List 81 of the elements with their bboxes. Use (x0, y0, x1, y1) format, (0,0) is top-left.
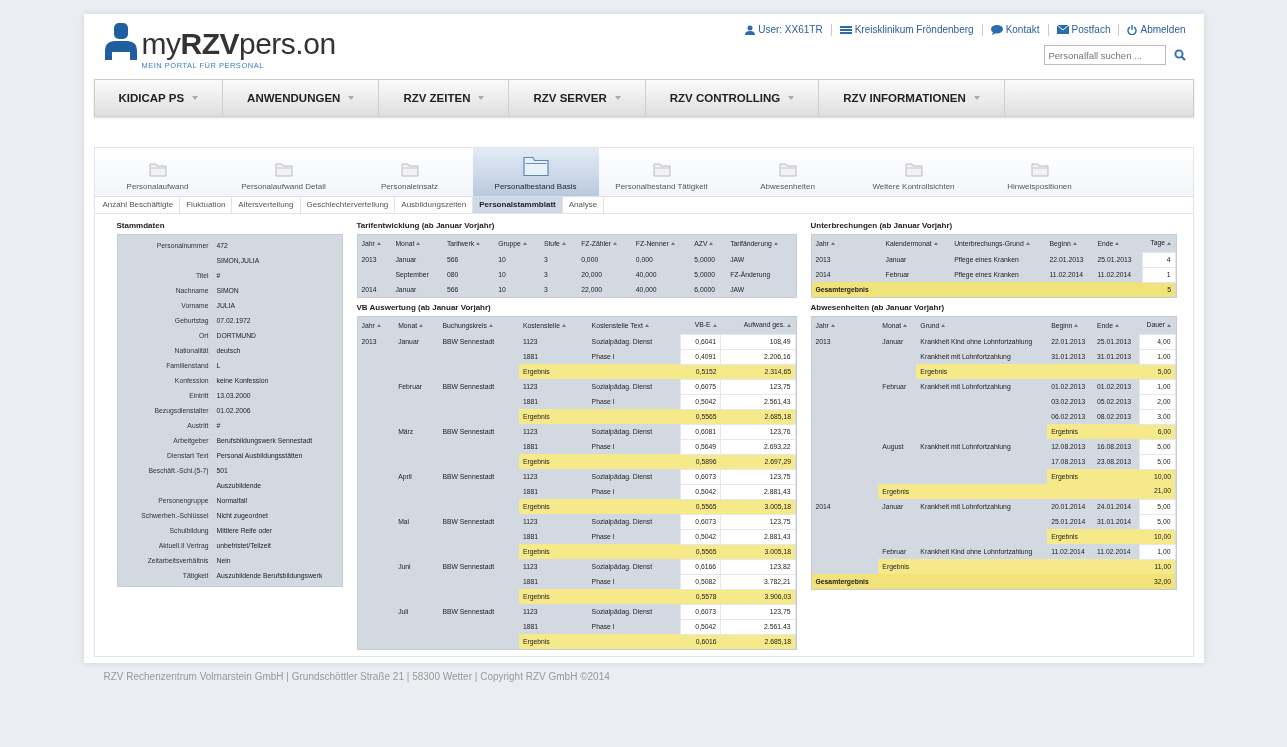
section-title: Unterbrechungen (ab Januar Vorjahr) (810, 220, 954, 233)
folder-icon (1030, 161, 1049, 178)
subtab[interactable]: Fluktuation (180, 197, 233, 214)
sort-icon (670, 242, 675, 246)
menu-item[interactable]: RZV CONTROLLING (645, 80, 820, 117)
sort-icon (1074, 324, 1079, 328)
subtab[interactable]: Anzahl Beschäftigte (96, 197, 181, 214)
caret-icon (348, 96, 355, 101)
sort-icon (830, 242, 835, 246)
caret-icon (478, 96, 485, 101)
header-link[interactable]: Kontakt (990, 22, 1040, 37)
person-logo-icon (103, 22, 138, 60)
section-title: Stammdaten (116, 220, 166, 233)
power-icon (1127, 24, 1138, 35)
sort-icon (941, 324, 946, 328)
sort-icon (522, 242, 527, 246)
caret-icon (973, 96, 980, 101)
sort-icon (561, 324, 566, 328)
sort-icon (376, 242, 381, 246)
sort-icon (787, 324, 791, 328)
menu-item[interactable]: ANWENDUNGEN (223, 80, 380, 117)
tab[interactable]: Personaleinsatz (346, 148, 473, 197)
subtab[interactable]: Personalstammblatt (473, 197, 563, 214)
sort-icon (561, 242, 566, 246)
tab[interactable]: Abwesenheiten (724, 148, 851, 197)
subtab[interactable]: Altersverteilung (232, 197, 301, 214)
sort-icon (1072, 242, 1077, 246)
tab[interactable]: Personalaufwand (94, 148, 221, 197)
sort-icon (489, 324, 494, 328)
sort-icon (419, 324, 424, 328)
sort-icon (416, 242, 421, 246)
user-icon (745, 24, 756, 35)
list-icon (839, 25, 852, 34)
menu-item[interactable]: RZV INFORMATIONEN (819, 80, 1005, 117)
mail-icon (1056, 25, 1069, 34)
header-link[interactable]: User: XX61TR (745, 22, 823, 37)
footer-text: RZV Rechenzentrum Volmarstein GmbH | Grundschöttler Straße 21 | 58300 Wetter | Copyright RZV GmbH ©2014 (102, 670, 611, 685)
sort-icon (1167, 242, 1171, 246)
menu-item[interactable]: RZV SERVER (509, 80, 646, 117)
header-link[interactable]: Abmelden (1127, 22, 1186, 37)
menu-item[interactable]: KIDICAP PS (94, 80, 224, 117)
search-icon[interactable] (1173, 49, 1186, 61)
sort-icon (476, 242, 481, 246)
sort-icon (613, 242, 618, 246)
folder-icon (400, 161, 419, 178)
tab[interactable]: Weitere Kontrollsichten (850, 148, 977, 197)
caret-icon (192, 96, 199, 101)
caret-icon (614, 96, 621, 101)
sort-icon (903, 324, 908, 328)
tab[interactable]: Personalbestand Basis (472, 148, 599, 197)
folder-icon (652, 161, 671, 178)
sort-icon (773, 242, 778, 246)
sort-icon (376, 324, 381, 328)
menu-item[interactable]: RZV ZEITEN (379, 80, 510, 117)
tab[interactable]: Personalaufwand Detail (220, 148, 347, 197)
folder-icon (148, 161, 167, 178)
section-title: Tarifentwicklung (ab Januar Vorjahr) (356, 220, 496, 233)
sort-icon (1114, 324, 1119, 328)
section-title: Abwesenheiten (ab Januar Vorjahr) (810, 302, 946, 315)
header-link[interactable]: Kreisklinikum Fröndenberg (839, 22, 974, 37)
tab[interactable]: Personalbestand Tätigkeit (598, 148, 725, 197)
folder-icon (904, 161, 923, 178)
section-title: VB Auswertung (ab Januar Vorjahr) (356, 302, 492, 315)
header-link[interactable]: Postfach (1056, 22, 1111, 37)
speech-bubble-icon (990, 24, 1003, 35)
folder-icon (778, 161, 797, 178)
sort-icon (1025, 242, 1030, 246)
sort-icon (933, 242, 938, 246)
sort-icon (709, 242, 714, 246)
subtab[interactable]: Analyse (562, 197, 605, 214)
subtab[interactable]: Geschlechterverteilung (300, 197, 396, 214)
caret-icon (788, 96, 795, 101)
sort-icon (644, 324, 649, 328)
sort-icon (830, 324, 835, 328)
search-field[interactable]: Personalfall suchen ... (1043, 45, 1166, 65)
sort-icon (712, 324, 717, 328)
folder-icon (274, 161, 293, 178)
logo-text: myRZVpers.on (141, 28, 336, 60)
sort-icon (1167, 324, 1171, 328)
sort-icon (1115, 242, 1120, 246)
tab[interactable]: Hinweispositionen (976, 148, 1103, 197)
